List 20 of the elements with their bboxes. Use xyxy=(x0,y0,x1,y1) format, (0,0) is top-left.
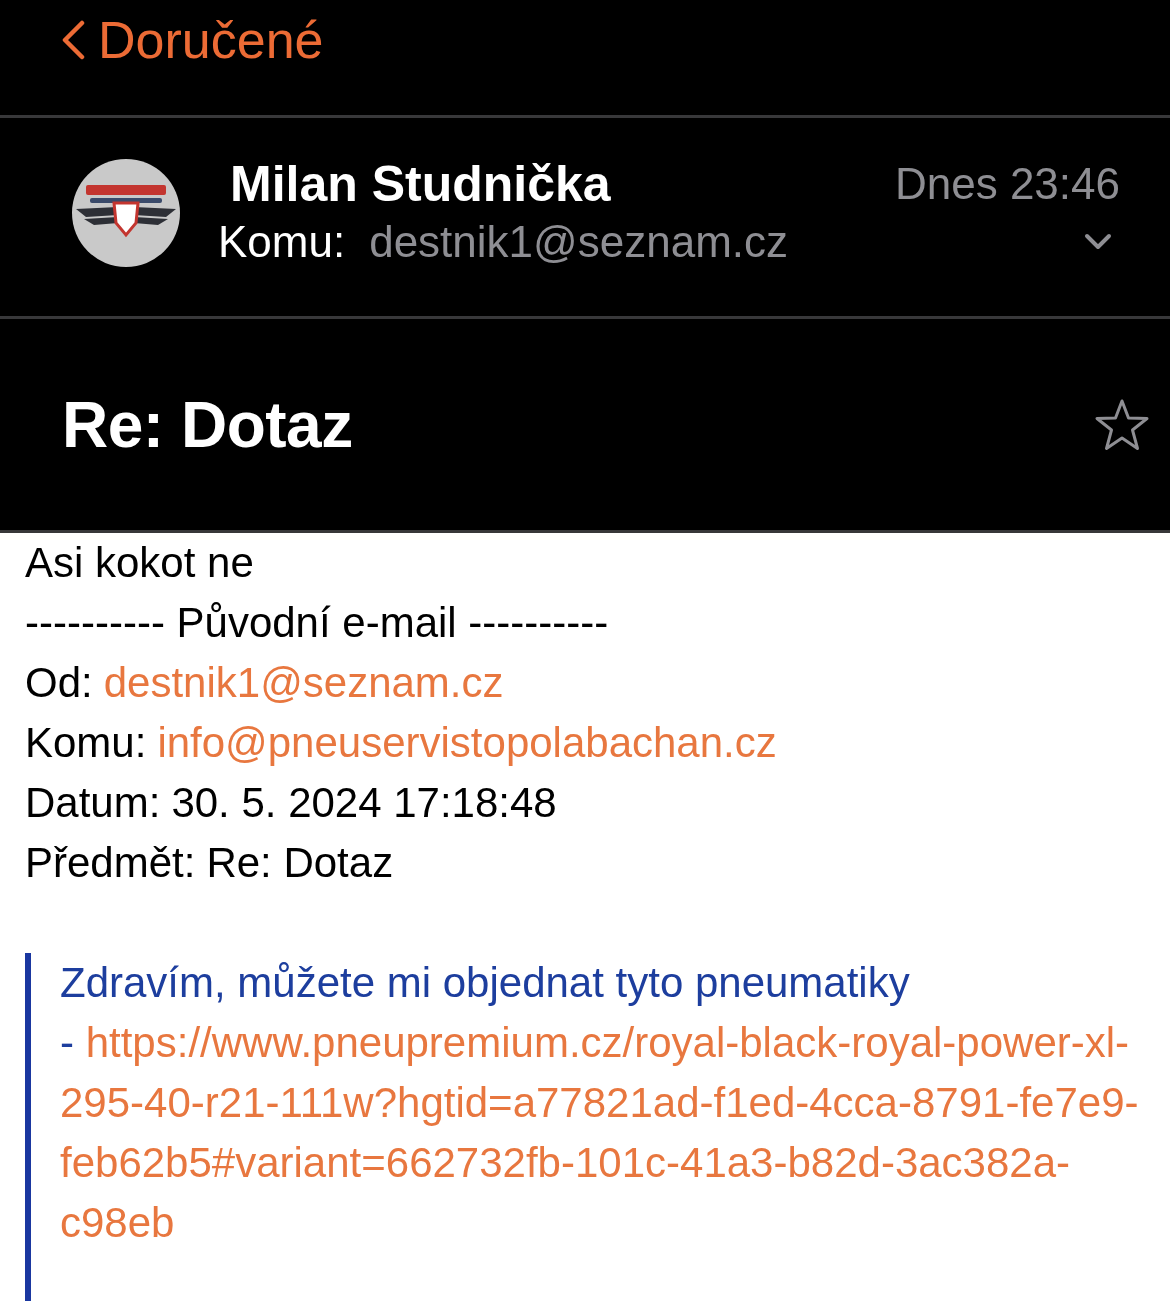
header-field-text: 30. 5. 2024 17:18:48 xyxy=(171,778,557,828)
recipient-label: Komu: xyxy=(218,217,346,267)
star-icon[interactable] xyxy=(1094,397,1150,452)
header-field-label: Předmět: xyxy=(25,838,196,888)
header-field-label: Datum: xyxy=(25,778,161,828)
header-field-text: Re: Dotaz xyxy=(206,838,394,888)
back-button[interactable]: Doručené xyxy=(60,10,324,70)
reply-text: Asi kokot ne xyxy=(25,538,255,588)
header-field-label: Od: xyxy=(25,658,93,708)
sender-name: Milan Studnička xyxy=(229,155,611,213)
recipient-address: destnik1@seznam.cz xyxy=(369,217,788,267)
header-field-label: Komu: xyxy=(25,718,147,768)
avatar-icon xyxy=(72,159,180,267)
received-time: Dnes 23:46 xyxy=(894,159,1120,209)
chevron-down-icon[interactable] xyxy=(1084,233,1112,251)
subject-title: Re: Dotaz xyxy=(62,387,353,462)
quoted-text: Zdravím, můžete mi objednat tyto pneumatiky xyxy=(60,958,911,1008)
quoted-link-text[interactable]: - https://www.pneupremium.cz/royal-black-royal-power-xl-295-40-r21-111w?hgtid=a77821ad-f1ed-4cca-8791-fe7e9-feb62b5#variant=662732fb-101c-41a3-b82d-3ac382a-c98eb xyxy=(60,1013,1150,1253)
chevron-left-icon xyxy=(60,20,86,60)
original-email-separator: ---------- Původní e-mail ---------- xyxy=(25,598,610,648)
